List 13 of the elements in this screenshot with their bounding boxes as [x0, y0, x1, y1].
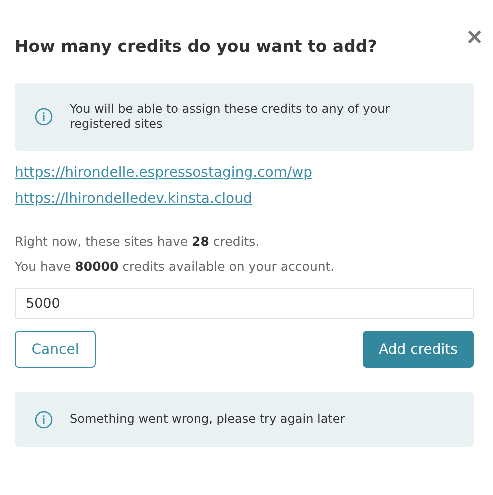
close-button[interactable]: ×	[466, 28, 484, 48]
summary-text: You have 80000 credits available on your account.	[15, 258, 336, 276]
site-link[interactable]: https://hirondelle.espressostaging.com/wp	[15, 163, 312, 183]
dialog-title: How many credits do you want to add?	[15, 37, 378, 56]
add-credits-button[interactable]: Add credits	[363, 331, 474, 368]
credits-input[interactable]: 5000	[15, 288, 474, 319]
cancel-button[interactable]: Cancel	[15, 331, 96, 368]
info-icon	[35, 410, 53, 428]
info-icon	[35, 108, 53, 126]
site-link[interactable]: https://lhirondelledev.kinsta.cloud	[15, 189, 252, 209]
error-text: Something went wrong, please try again later	[70, 412, 346, 427]
summary-text: Right now, these sites have 28 credits.	[15, 233, 261, 251]
notice-text: You will be able to assign these credits to any of your registered sites	[70, 102, 392, 132]
